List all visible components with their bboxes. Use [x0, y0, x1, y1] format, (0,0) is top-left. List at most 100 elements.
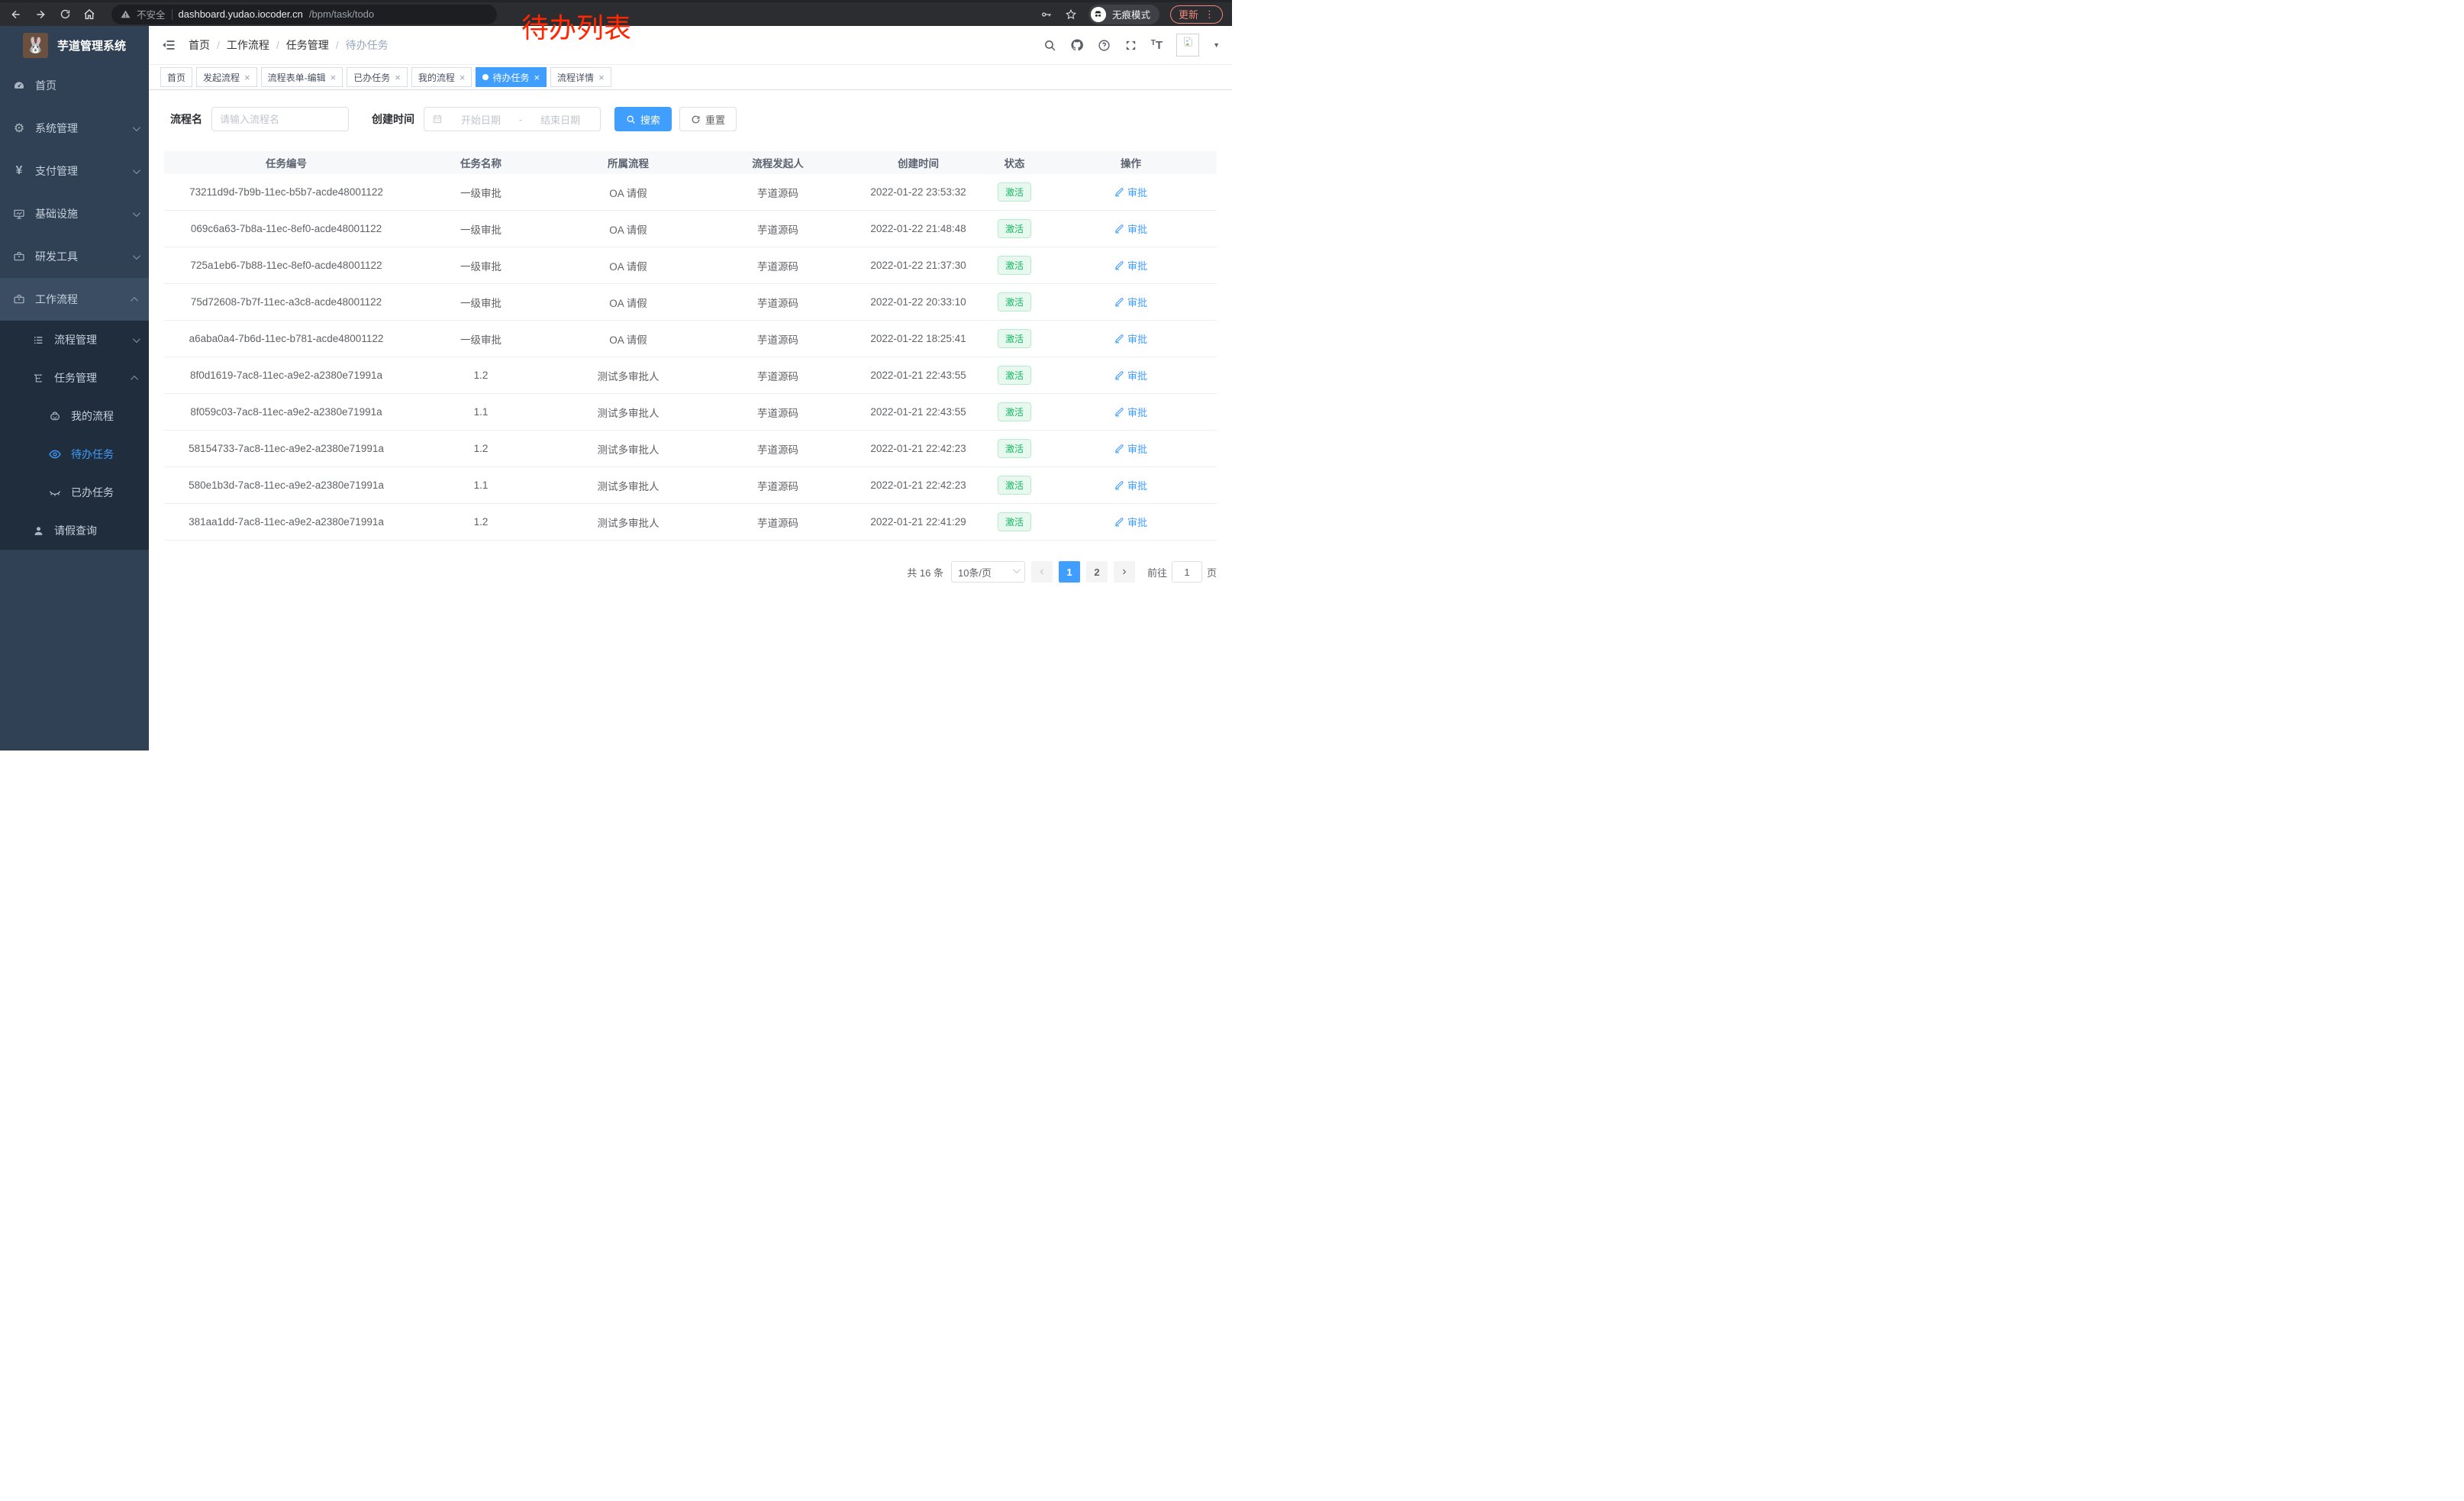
page-size-select[interactable]: 10条/页 — [951, 561, 1025, 583]
sidebar-item-process-mgmt[interactable]: 流程管理 — [0, 321, 149, 359]
close-icon[interactable]: × — [534, 73, 540, 82]
github-icon[interactable] — [1070, 38, 1084, 52]
search-icon[interactable] — [1043, 39, 1056, 52]
status-badge: 激活 — [998, 329, 1031, 348]
reload-icon[interactable] — [58, 8, 72, 21]
sidebar-logo[interactable]: 🐰 芋道管理系统 — [0, 26, 149, 64]
key-icon[interactable] — [1040, 8, 1053, 21]
sidebar-item-workflow[interactable]: 工作流程 — [0, 278, 149, 321]
avatar-dropdown-icon[interactable]: ▼ — [1213, 41, 1220, 49]
process-name-input[interactable] — [211, 107, 349, 131]
cell-created: 2022-01-22 21:37:30 — [853, 260, 984, 271]
start-date-placeholder[interactable]: 开始日期 — [449, 112, 513, 127]
breadcrumb-home[interactable]: 首页 — [189, 37, 210, 53]
sidebar-item-my-process[interactable]: 我的流程 — [0, 397, 149, 435]
tag-4[interactable]: 我的流程× — [411, 67, 472, 87]
cell-name: 1.2 — [408, 370, 553, 381]
approve-link[interactable]: 审批 — [1114, 331, 1147, 346]
user-icon — [31, 525, 45, 537]
close-icon[interactable]: × — [598, 73, 605, 82]
approve-link[interactable]: 审批 — [1114, 478, 1147, 492]
approve-link[interactable]: 审批 — [1114, 441, 1147, 456]
forward-icon[interactable] — [34, 8, 47, 21]
sidebar-item-task-mgmt[interactable]: 任务管理 — [0, 359, 149, 397]
tag-3[interactable]: 已办任务× — [347, 67, 408, 87]
table-header-row: 任务编号 任务名称 所属流程 流程发起人 创建时间 状态 操作 — [164, 151, 1217, 174]
close-icon[interactable]: × — [331, 73, 337, 82]
help-icon[interactable] — [1098, 39, 1111, 52]
avatar[interactable] — [1176, 34, 1199, 56]
not-secure-label[interactable]: 不安全 — [137, 7, 166, 21]
cell-process: OA 请假 — [553, 185, 703, 200]
sidebar-item-leave-query[interactable]: 请假查询 — [0, 512, 149, 550]
breadcrumb-task-mgmt[interactable]: 任务管理 — [286, 37, 329, 53]
tag-0[interactable]: 首页 — [160, 67, 192, 87]
tag-5[interactable]: 待办任务 × — [476, 67, 547, 87]
more-menu-icon[interactable]: ⋮ — [1205, 8, 1214, 21]
goto-page-input[interactable] — [1172, 561, 1202, 583]
chevron-down-icon — [133, 166, 140, 174]
navbar-actions: TT ▼ — [1043, 34, 1220, 56]
page-button-2[interactable]: 2 — [1086, 561, 1108, 583]
tag-6[interactable]: 流程详情× — [550, 67, 611, 87]
approve-link[interactable]: 审批 — [1114, 295, 1147, 309]
close-icon[interactable]: × — [395, 73, 401, 82]
approve-link[interactable]: 审批 — [1114, 221, 1147, 236]
close-icon[interactable]: × — [460, 73, 466, 82]
update-label[interactable]: 更新 — [1179, 7, 1198, 21]
page-unit-label: 页 — [1207, 565, 1217, 579]
table-row: 725a1eb6-7b88-11ec-8ef0-acde48001122一级审批… — [164, 247, 1217, 284]
home-icon[interactable] — [82, 8, 96, 21]
briefcase-icon — [12, 293, 26, 305]
back-icon[interactable] — [9, 8, 23, 21]
sidebar-item-done-tasks[interactable]: 已办任务 — [0, 473, 149, 512]
update-button[interactable]: 更新 ⋮ — [1170, 5, 1223, 24]
close-icon[interactable]: × — [244, 73, 250, 82]
approve-link[interactable]: 审批 — [1114, 185, 1147, 199]
sidebar-item-devtools[interactable]: 研发工具 — [0, 235, 149, 278]
col-initiator: 流程发起人 — [703, 155, 853, 170]
gear-icon: ⚙ — [12, 121, 26, 136]
hamburger-icon[interactable] — [161, 37, 176, 53]
monitor-icon — [12, 208, 26, 220]
approve-link[interactable]: 审批 — [1114, 368, 1147, 383]
breadcrumb-workflow[interactable]: 工作流程 — [227, 37, 269, 53]
sidebar-item-label: 流程管理 — [54, 332, 133, 347]
sidebar-item-home[interactable]: 首页 — [0, 64, 149, 107]
cell-initiator: 芋道源码 — [703, 515, 853, 530]
col-status: 状态 — [984, 155, 1045, 170]
cell-status: 激活 — [984, 219, 1045, 238]
cell-name: 一级审批 — [408, 295, 553, 310]
end-date-placeholder[interactable]: 结束日期 — [528, 112, 592, 127]
star-icon[interactable] — [1064, 8, 1078, 21]
sidebar-item-infra[interactable]: 基础设施 — [0, 192, 149, 235]
address-bar[interactable]: 不安全 dashboard.yudao.iocoder.cn/bpm/task/… — [111, 5, 497, 24]
next-page-button[interactable]: › — [1114, 561, 1135, 583]
cell-id: 8f0d1619-7ac8-11ec-a9e2-a2380e71991a — [164, 370, 408, 381]
prev-page-button[interactable]: ‹ — [1031, 561, 1053, 583]
sidebar: 🐰 芋道管理系统 首页 ⚙ 系统管理 ¥ 支付管理 — [0, 26, 149, 750]
cell-name: 1.2 — [408, 443, 553, 454]
app-title: 芋道管理系统 — [57, 37, 126, 53]
cell-status: 激活 — [984, 512, 1045, 531]
fullscreen-icon[interactable] — [1124, 39, 1137, 52]
page-annotation: 待办列表 — [521, 6, 631, 46]
url-host: dashboard.yudao.iocoder.cn — [179, 8, 303, 20]
sidebar-item-payment[interactable]: ¥ 支付管理 — [0, 150, 149, 192]
sidebar-item-todo-tasks[interactable]: 待办任务 — [0, 435, 149, 473]
tag-2[interactable]: 流程表单-编辑× — [261, 67, 343, 87]
chevron-down-icon — [133, 209, 140, 217]
reset-button[interactable]: 重置 — [679, 107, 737, 131]
sidebar-item-system[interactable]: ⚙ 系统管理 — [0, 107, 149, 150]
approve-link[interactable]: 审批 — [1114, 258, 1147, 273]
tag-1[interactable]: 发起流程× — [196, 67, 257, 87]
chevron-down-icon — [133, 335, 140, 343]
search-button[interactable]: 搜索 — [614, 107, 672, 131]
tag-label: 待办任务 — [492, 71, 529, 84]
date-range-picker[interactable]: 开始日期 - 结束日期 — [424, 107, 601, 131]
sidebar-item-label: 待办任务 — [71, 447, 138, 462]
font-size-icon[interactable]: TT — [1151, 39, 1163, 52]
page-button-1[interactable]: 1 — [1059, 561, 1080, 583]
approve-link[interactable]: 审批 — [1114, 405, 1147, 419]
approve-link[interactable]: 审批 — [1114, 515, 1147, 529]
